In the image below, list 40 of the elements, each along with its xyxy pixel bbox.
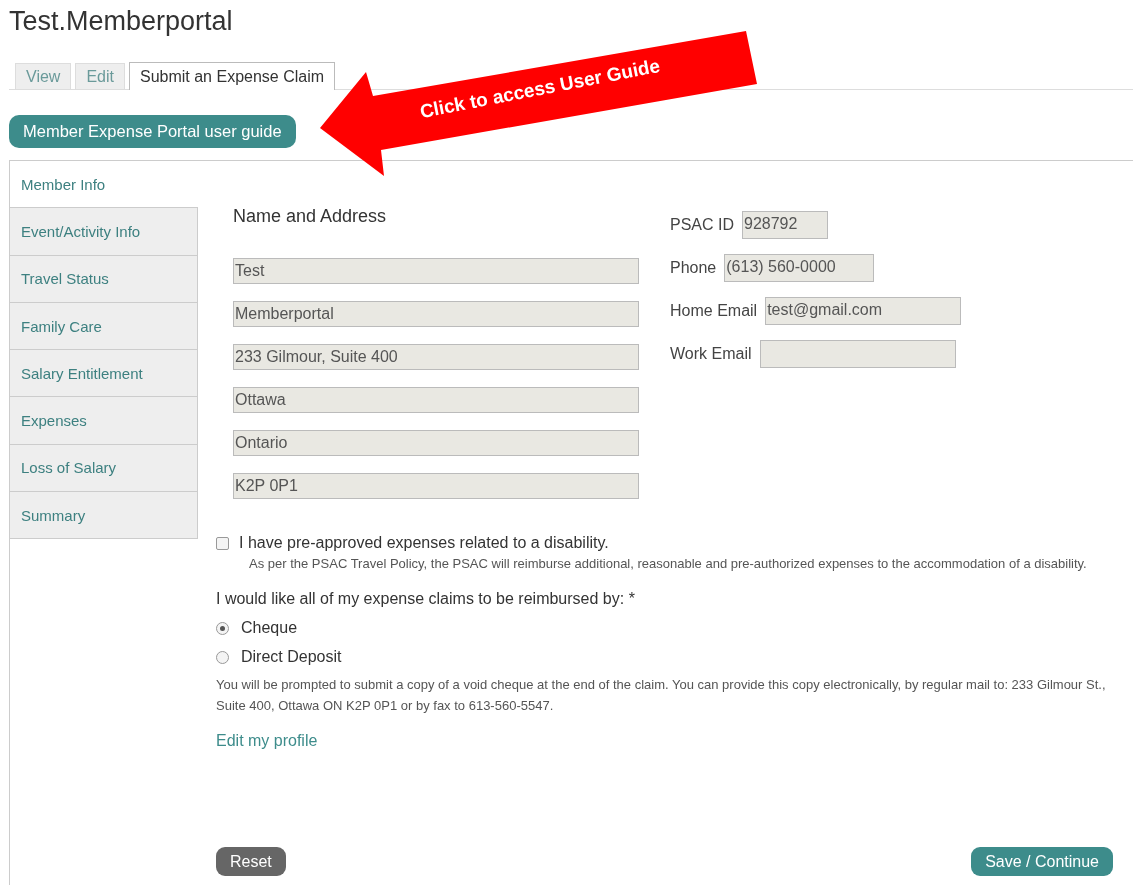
field-label: PSAC ID [670,216,734,234]
page-title: Test.Memberportal [9,5,234,38]
radio-button[interactable] [216,650,229,664]
checkbox[interactable] [216,536,229,550]
input-field[interactable]: K2P 0P1 [233,473,639,499]
input-field[interactable] [759,340,956,368]
step-tab[interactable]: Event/Activity Info [10,208,198,256]
field-label: Phone [670,259,717,277]
step-tab[interactable]: Expenses [10,397,198,445]
input-field[interactable]: Ottawa [233,387,639,413]
tab[interactable]: Submit an Expense Claim [128,62,336,90]
tab[interactable]: View [15,63,72,89]
save-button[interactable]: Save / Continue [971,847,1113,876]
step-tab[interactable]: Salary Entitlement [10,350,198,398]
input-field[interactable]: (613) 560-0000 [724,254,875,282]
input-field[interactable]: Test [233,258,639,284]
input-field[interactable]: Memberportal [233,301,639,327]
input-field[interactable]: 233 Gilmour, Suite 400 [233,344,639,370]
input-field[interactable]: test@gmail.com [765,297,962,325]
reset-button[interactable]: Reset [216,847,286,876]
edit-profile-link[interactable]: Edit my profile [216,732,318,750]
tab[interactable]: Edit [75,63,125,89]
step-tab[interactable]: Travel Status [10,255,198,303]
checkbox-label: I have pre-approved expenses related to a disability. [239,534,609,552]
radio-button[interactable] [216,621,229,635]
help-text: You will be prompted to submit a copy of a void cheque at the end of the claim. You can provide this copy electronically, by regular mail to: 233 Gilmour St., Suite 400, Ottawa ON K2P 0P1 or by fax to 613-560-5547. [216,676,1107,715]
callout-text: Click to access User Guide [418,54,662,124]
user-guide-button[interactable]: Member Expense Portal user guide [9,115,296,148]
help-text: As per the PSAC Travel Policy, the PSAC will reimburse additional, reasonable and pre-authorized expenses to the accommodation of a disability. [249,555,1088,573]
input-field[interactable]: 928792 [742,211,828,239]
step-tab[interactable]: Family Care [10,302,198,351]
section-heading: Name and Address [233,205,388,227]
step-tab[interactable]: Loss of Salary [10,444,198,493]
radio-label: Cheque [241,619,298,637]
field-label: Work Email [670,345,752,363]
step-tab[interactable]: Summary [10,492,198,540]
input-field[interactable]: Ontario [233,430,639,456]
field-label: Home Email [670,302,758,320]
radio-label: Direct Deposit [241,648,342,666]
question-label: I would like all of my expense claims to be reimbursed by: * [216,590,636,608]
